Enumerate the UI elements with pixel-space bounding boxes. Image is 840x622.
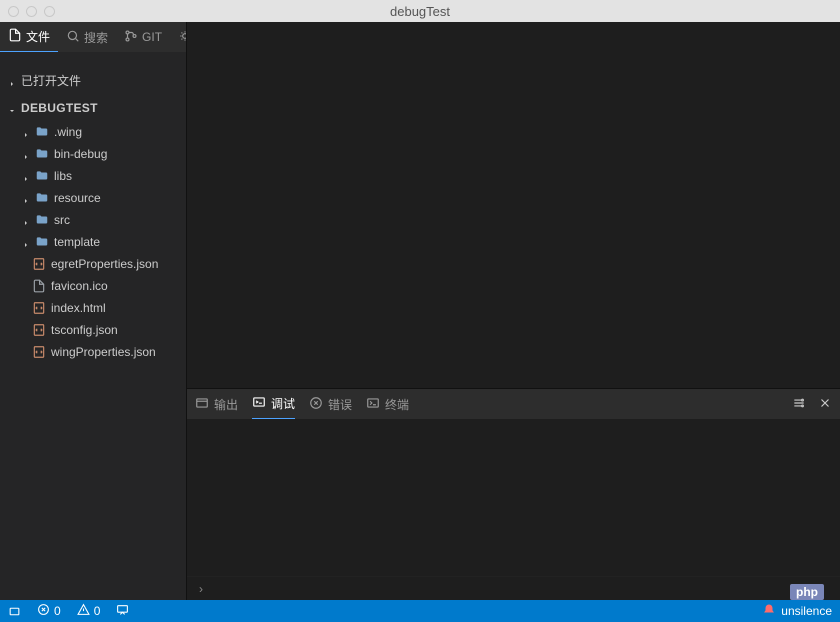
titlebar: debugTest xyxy=(0,0,840,22)
tree-folder[interactable]: .wing xyxy=(0,121,186,143)
tree-file-label: wingProperties.json xyxy=(51,345,156,359)
tree-folder-label: src xyxy=(54,213,70,227)
folder-icon xyxy=(35,169,49,183)
status-right: unsilence xyxy=(763,604,840,619)
status-warnings[interactable]: 0 xyxy=(69,600,109,622)
chevron-right-icon xyxy=(22,128,30,136)
tab-search-label: 搜索 xyxy=(84,29,108,46)
tree-folder-label: libs xyxy=(54,169,72,183)
php-tag: php xyxy=(790,584,824,600)
panel-actions xyxy=(792,396,832,413)
tree-file[interactable]: wingProperties.json xyxy=(0,341,186,363)
section-open-files[interactable]: 已打开文件 xyxy=(0,66,186,95)
panel-tab-terminal[interactable]: 终端 xyxy=(366,389,409,419)
folder-icon xyxy=(35,125,49,139)
section-project-label: DEBUGTEST xyxy=(21,101,98,115)
panel-tab-errors[interactable]: 错误 xyxy=(309,389,352,419)
bottom-panel: 输出 调试 错误 终端 xyxy=(187,388,840,600)
code-file-icon xyxy=(32,257,46,271)
tree-folder[interactable]: resource xyxy=(0,187,186,209)
status-remote[interactable] xyxy=(0,600,29,622)
error-icon xyxy=(309,396,323,413)
status-bar: 0 0 unsilence xyxy=(0,600,840,622)
debug-console-icon xyxy=(252,395,266,412)
panel-tab-debug[interactable]: 调试 xyxy=(252,389,295,419)
chevron-right-icon xyxy=(22,194,30,202)
panel-close-icon[interactable] xyxy=(818,396,832,413)
tree-folder-label: bin-debug xyxy=(54,147,107,161)
section-project[interactable]: DEBUGTEST xyxy=(0,95,186,121)
tab-files-label: 文件 xyxy=(26,28,50,45)
editor-group: 输出 调试 错误 终端 xyxy=(186,22,840,600)
tree-file-label: tsconfig.json xyxy=(51,323,118,337)
code-file-icon xyxy=(32,345,46,359)
tree-folder-label: resource xyxy=(54,191,101,205)
window-title: debugTest xyxy=(0,4,840,19)
tree-folder[interactable]: bin-debug xyxy=(0,143,186,165)
status-right-text: unsilence xyxy=(781,604,832,618)
chevron-down-icon xyxy=(8,104,16,112)
main-area: 文件 搜索 GIT 调试 已打开文件 DEBUGTEST .wingbi xyxy=(0,22,840,600)
feedback-icon xyxy=(116,603,129,619)
folder-icon xyxy=(35,235,49,249)
panel-body xyxy=(187,419,840,576)
sidebar: 文件 搜索 GIT 调试 已打开文件 DEBUGTEST .wingbi xyxy=(0,22,186,600)
bell-icon[interactable] xyxy=(763,604,775,619)
search-icon xyxy=(66,29,80,46)
tab-debug[interactable]: 调试 xyxy=(170,22,186,52)
tree-folder-label: template xyxy=(54,235,100,249)
status-warnings-count: 0 xyxy=(94,604,101,618)
chevron-right-icon xyxy=(22,216,30,224)
chevron-right-icon xyxy=(22,150,30,158)
sidebar-tabs: 文件 搜索 GIT 调试 xyxy=(0,22,186,52)
folder-icon xyxy=(35,147,49,161)
tree-folder[interactable]: src xyxy=(0,209,186,231)
chevron-right-icon xyxy=(22,172,30,180)
files-icon xyxy=(8,28,22,45)
tree-file[interactable]: tsconfig.json xyxy=(0,319,186,341)
tree-file-label: index.html xyxy=(51,301,106,315)
panel-tab-debug-label: 调试 xyxy=(271,395,295,412)
output-icon xyxy=(195,396,209,413)
tab-search[interactable]: 搜索 xyxy=(58,22,116,52)
code-file-icon xyxy=(32,323,46,337)
git-icon xyxy=(124,29,138,46)
status-warning-icon xyxy=(77,603,90,619)
debug-console-prompt: › xyxy=(199,582,203,596)
tree-folder-label: .wing xyxy=(54,125,82,139)
tab-git[interactable]: GIT xyxy=(116,22,170,52)
status-error-icon xyxy=(37,603,50,619)
panel-tabs: 输出 调试 错误 终端 xyxy=(187,389,840,419)
tab-git-label: GIT xyxy=(142,30,162,44)
tree-file-label: egretProperties.json xyxy=(51,257,158,271)
folder-icon xyxy=(35,191,49,205)
tree-file[interactable]: index.html xyxy=(0,297,186,319)
status-errors[interactable]: 0 xyxy=(29,600,69,622)
chevron-right-icon xyxy=(22,238,30,246)
editor-area[interactable] xyxy=(187,22,840,388)
file-tree: .wing bin-debug libs resource src template egr… xyxy=(0,121,186,363)
tree-folder[interactable]: libs xyxy=(0,165,186,187)
tree-file-label: favicon.ico xyxy=(51,279,108,293)
tree-folder[interactable]: template xyxy=(0,231,186,253)
file-icon xyxy=(32,279,46,293)
status-feedback[interactable] xyxy=(108,600,137,622)
panel-tab-errors-label: 错误 xyxy=(328,396,352,413)
tree-file[interactable]: favicon.ico xyxy=(0,275,186,297)
debug-console-input[interactable]: › xyxy=(187,576,840,600)
section-open-files-label: 已打开文件 xyxy=(21,72,81,89)
terminal-icon xyxy=(366,396,380,413)
tree-file[interactable]: egretProperties.json xyxy=(0,253,186,275)
bug-icon xyxy=(178,29,186,46)
folder-icon xyxy=(35,213,49,227)
tab-files[interactable]: 文件 xyxy=(0,22,58,52)
panel-settings-icon[interactable] xyxy=(792,396,806,413)
panel-tab-output-label: 输出 xyxy=(214,396,238,413)
code-file-icon xyxy=(32,301,46,315)
chevron-right-icon xyxy=(8,77,16,85)
panel-tab-terminal-label: 终端 xyxy=(385,396,409,413)
panel-tab-output[interactable]: 输出 xyxy=(195,389,238,419)
status-errors-count: 0 xyxy=(54,604,61,618)
